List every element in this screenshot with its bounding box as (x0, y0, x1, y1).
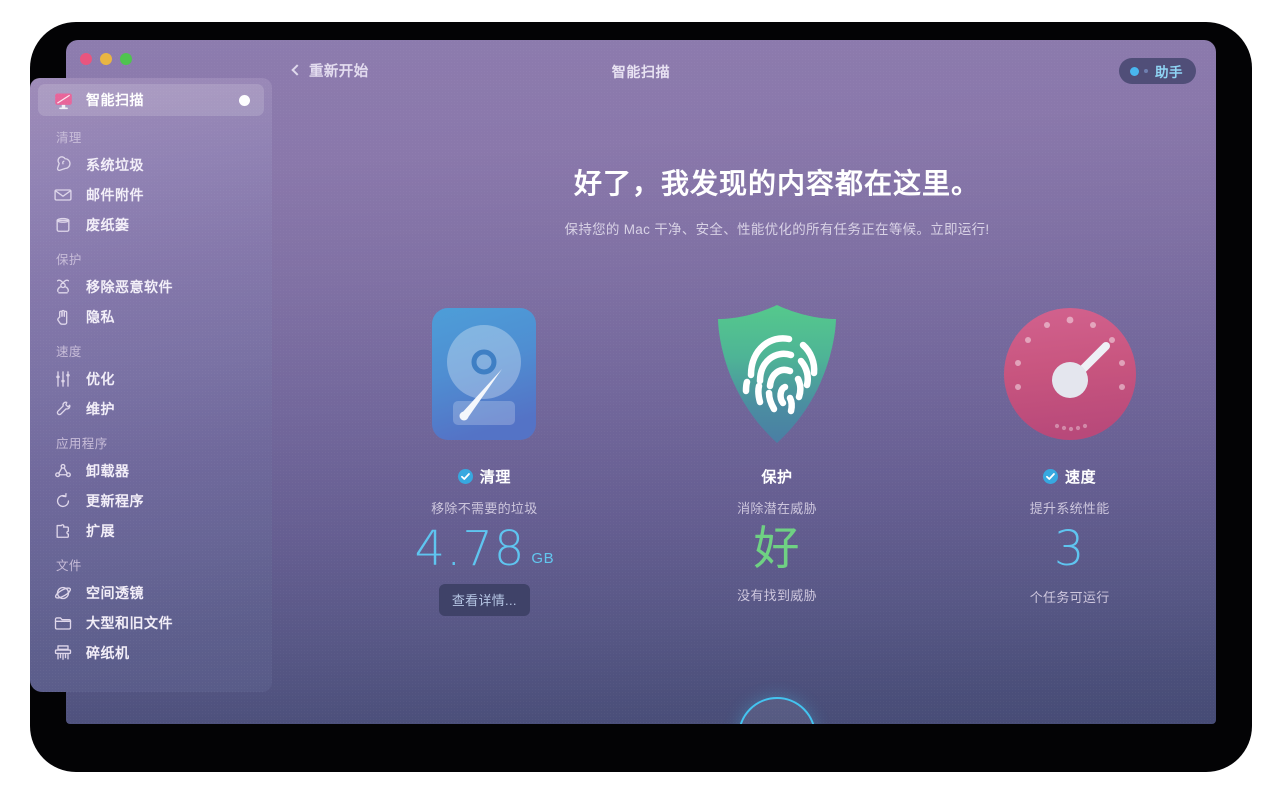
sidebar-item-邮件附件[interactable]: 邮件附件 (38, 180, 264, 210)
sidebar-item-卸载器[interactable]: 卸载器 (38, 456, 264, 486)
sidebar-item-优化[interactable]: 优化 (38, 364, 264, 394)
result-card-speed: 速度 提升系统性能 3 个任务可运行 (945, 299, 1195, 616)
sidebar-item-label: 隐私 (86, 309, 115, 325)
wrench-icon (52, 399, 74, 419)
sidebar-item-空间透镜[interactable]: 空间透镜 (38, 578, 264, 608)
card-footnote: 没有找到威胁 (737, 588, 817, 603)
run-button[interactable]: 运行 (738, 697, 816, 724)
card-value: 3 (1054, 525, 1086, 573)
sidebar-item-大型和旧文件[interactable]: 大型和旧文件 (38, 608, 264, 638)
sidebar-item-label: 维护 (86, 401, 115, 417)
card-value: 好 (753, 525, 800, 571)
result-card-clean: 清理 移除不需要的垃圾 4.78 GB 查看详情... (359, 299, 609, 616)
card-subtitle: 消除潜在威胁 (737, 501, 817, 516)
sidebar-item-label: 废纸篓 (86, 217, 130, 233)
subheadline: 保持您的 Mac 干净、安全、性能优化的所有任务正在等候。立即运行! (564, 222, 990, 237)
sidebar-item-扩展[interactable]: 扩展 (38, 516, 264, 546)
result-cards: 清理 移除不需要的垃圾 4.78 GB 查看详情... 保护 消除潜在威胁 好 … (338, 299, 1216, 616)
sidebar-item-label: 大型和旧文件 (86, 615, 173, 631)
sliders-icon (52, 369, 74, 389)
check-circle-icon (457, 469, 473, 484)
result-card-protection: 保护 消除潜在威胁 好 没有找到威胁 (652, 299, 902, 616)
sidebar: 智能扫描清理 系统垃圾邮件附件废纸篓保护 移除恶意软件 隐私速度 优化维护应用程序卸载器… (30, 78, 272, 692)
sidebar-item-废纸篓[interactable]: 废纸篓 (38, 210, 264, 240)
broom-icon (52, 155, 74, 175)
folder-icon (52, 613, 74, 633)
sidebar-item-智能扫描[interactable]: 智能扫描 (38, 84, 264, 116)
card-value-number: 4.78 (414, 521, 526, 577)
sidebar-group-label: 应用程序 (56, 437, 108, 451)
sidebar-item-label: 扩展 (86, 523, 115, 539)
screenshot-stage: 重新开始 智能扫描 助手 好了，我发现的内容都在这里。 保持您的 Mac 干净、… (0, 0, 1279, 804)
card-value-number: 好 (753, 521, 801, 575)
trash-bin-icon (52, 215, 74, 235)
uninstaller-icon (52, 461, 74, 481)
headline: 好了，我发现的内容都在这里。 (573, 168, 980, 199)
sidebar-item-隐私[interactable]: 隐私 (38, 302, 264, 332)
hard-disk-icon (431, 299, 537, 449)
card-title: 保护 (761, 469, 793, 486)
biohazard-icon (52, 277, 74, 297)
sidebar-item-移除恶意软件[interactable]: 移除恶意软件 (38, 272, 264, 302)
refresh-icon (52, 491, 74, 511)
sidebar-item-碎纸机[interactable]: 碎纸机 (38, 638, 264, 668)
sidebar-item-label: 邮件附件 (86, 187, 144, 203)
view-details-button[interactable]: 查看详情... (438, 584, 530, 616)
assistant-dot-icon (1130, 66, 1139, 76)
envelope-icon (52, 185, 74, 205)
card-subtitle: 移除不需要的垃圾 (431, 501, 538, 516)
sidebar-item-label: 优化 (86, 371, 115, 387)
sidebar-item-label: 移除恶意软件 (86, 279, 173, 295)
sidebar-group-label: 清理 (56, 131, 82, 145)
hand-icon (52, 307, 74, 327)
check-circle-icon (1043, 469, 1059, 484)
sidebar-item-维护[interactable]: 维护 (38, 394, 264, 424)
sidebar-item-label: 智能扫描 (86, 92, 144, 108)
assistant-small-dot-icon (1144, 69, 1148, 73)
main-content: 好了，我发现的内容都在这里。 保持您的 Mac 干净、安全、性能优化的所有任务正… (338, 104, 1216, 724)
card-title-row: 清理 (457, 466, 511, 487)
sidebar-item-label: 更新程序 (86, 493, 144, 509)
sidebar-group-label: 速度 (56, 345, 82, 359)
card-title: 速度 (1065, 469, 1097, 486)
speed-gauge-icon (1002, 299, 1138, 449)
sidebar-status-dot (239, 94, 250, 106)
card-value-unit: GB (531, 550, 555, 567)
sidebar-item-label: 空间透镜 (86, 585, 144, 601)
card-title-row: 速度 (1043, 466, 1096, 487)
shredder-icon (52, 643, 74, 663)
sidebar-group-label: 保护 (56, 253, 82, 267)
card-value: 4.78 GB (415, 525, 555, 573)
shield-fingerprint-icon (715, 299, 839, 449)
sidebar-group-label: 文件 (56, 559, 82, 573)
monitor-scan-icon (52, 90, 74, 110)
sidebar-item-label: 碎纸机 (86, 645, 130, 661)
card-value-number: 3 (1053, 521, 1086, 577)
sidebar-item-label: 卸载器 (86, 463, 130, 479)
sidebar-item-系统垃圾[interactable]: 系统垃圾 (38, 150, 264, 180)
space-lens-icon (52, 583, 74, 603)
sidebar-item-label: 系统垃圾 (86, 157, 144, 173)
card-subtitle: 提升系统性能 (1029, 501, 1110, 516)
sidebar-item-更新程序[interactable]: 更新程序 (38, 486, 264, 516)
assistant-label: 助手 (1155, 65, 1183, 80)
puzzle-piece-icon (52, 521, 74, 541)
card-title-row: 保护 (761, 466, 792, 487)
assistant-button[interactable]: 助手 (1119, 58, 1196, 84)
card-footnote: 个任务可运行 (1029, 590, 1110, 605)
card-title: 清理 (479, 469, 511, 486)
